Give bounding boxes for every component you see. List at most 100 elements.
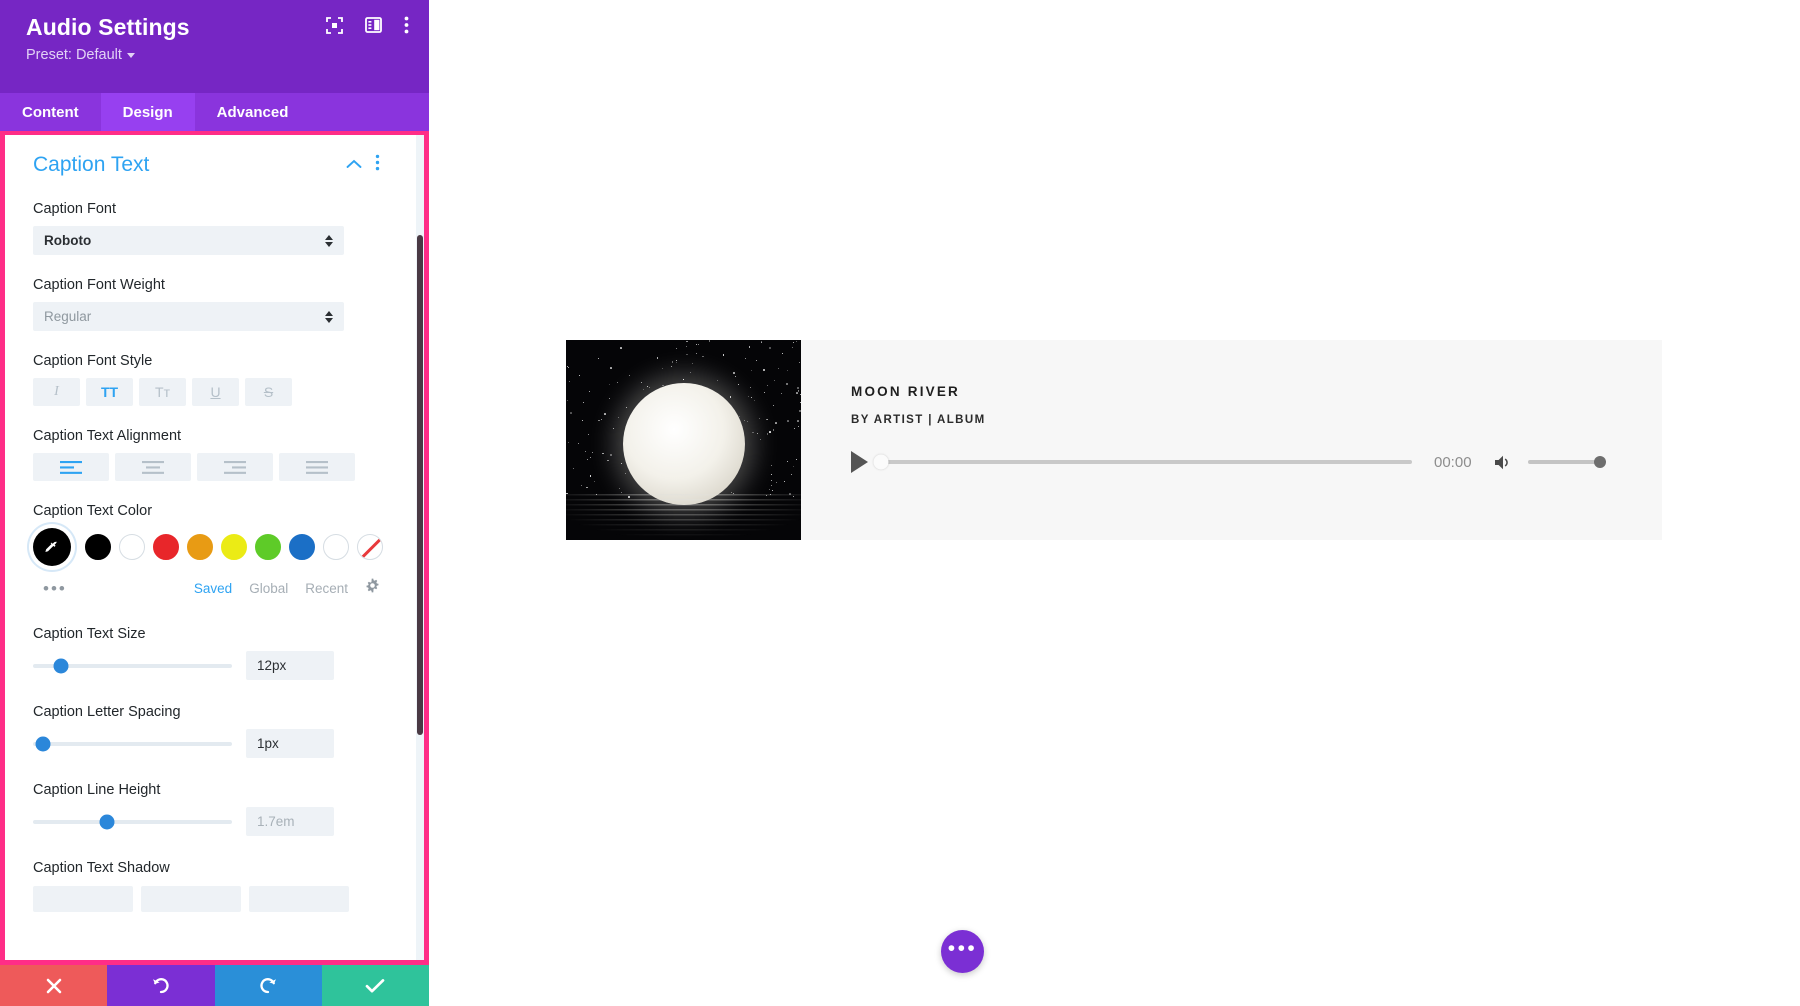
save-button[interactable] — [322, 965, 429, 1006]
color-tab-global[interactable]: Global — [249, 581, 288, 596]
field-label: Caption Text Shadow — [33, 860, 380, 876]
swatch-red[interactable] — [153, 534, 179, 560]
player-info: MOON RIVER BY ARTIST | ALBUM 00:00 — [801, 340, 1662, 540]
italic-button[interactable]: I — [33, 378, 80, 406]
spinner-icon — [325, 235, 333, 247]
volume-knob[interactable] — [1594, 456, 1606, 468]
field-caption-font-style: Caption Font Style I TT Tт U S — [33, 353, 380, 406]
underline-button[interactable]: U — [192, 378, 239, 406]
album-art — [566, 340, 801, 540]
text-shadow-preset-1[interactable] — [33, 886, 133, 912]
caption-font-weight-select[interactable]: Regular — [33, 302, 344, 331]
field-label: Caption Letter Spacing — [33, 704, 380, 720]
undo-button[interactable] — [107, 965, 214, 1006]
field-label: Caption Line Height — [33, 782, 380, 798]
color-picker-meta: ••• Saved Global Recent — [33, 578, 380, 598]
tab-design[interactable]: Design — [101, 93, 195, 131]
player-controls: 00:00 — [851, 451, 1626, 473]
spinner-icon — [325, 311, 333, 323]
play-icon[interactable] — [851, 451, 868, 473]
volume-slider[interactable] — [1528, 460, 1600, 464]
slider-knob[interactable] — [53, 658, 68, 673]
section-header-caption-text[interactable]: Caption Text — [33, 153, 380, 177]
tab-content[interactable]: Content — [0, 93, 101, 131]
uppercase-button[interactable]: TT — [86, 378, 133, 406]
align-center-button[interactable] — [115, 453, 191, 481]
layout-panel-icon[interactable] — [365, 17, 382, 33]
color-tab-recent[interactable]: Recent — [305, 581, 348, 596]
swatch-white-2[interactable] — [323, 534, 349, 560]
color-swatch-row — [33, 528, 380, 566]
field-caption-line-height: Caption Line Height 1.7em — [33, 782, 380, 836]
more-vertical-icon[interactable] — [375, 154, 380, 176]
speaker-icon[interactable] — [1494, 454, 1514, 471]
align-right-button[interactable] — [197, 453, 273, 481]
cancel-button[interactable] — [0, 965, 107, 1006]
field-caption-letter-spacing: Caption Letter Spacing 1px — [33, 704, 380, 758]
header-icon-group — [326, 16, 409, 34]
track-title: MOON RIVER — [851, 384, 1626, 399]
align-left-button[interactable] — [33, 453, 109, 481]
panel-body: Caption Text — [0, 131, 429, 965]
scrollbar-thumb[interactable] — [417, 235, 423, 735]
audio-settings-panel: Audio Settings Preset: Default — [0, 0, 429, 1006]
redo-button[interactable] — [215, 965, 322, 1006]
gear-icon[interactable] — [365, 578, 380, 598]
text-size-slider[interactable] — [33, 664, 232, 668]
swatch-black[interactable] — [85, 534, 111, 560]
field-caption-font-weight: Caption Font Weight Regular — [33, 277, 380, 331]
audio-player-module: MOON RIVER BY ARTIST | ALBUM 00:00 — [566, 340, 1662, 540]
preset-selector[interactable]: Preset: Default — [26, 47, 411, 63]
swatch-white[interactable] — [119, 534, 145, 560]
line-height-slider[interactable] — [33, 820, 232, 824]
caption-font-select[interactable]: Roboto — [33, 226, 344, 255]
progress-track — [882, 460, 1412, 464]
text-size-value[interactable]: 12px — [246, 651, 334, 680]
swatch-orange[interactable] — [187, 534, 213, 560]
align-justify-button[interactable] — [279, 453, 355, 481]
chevron-up-icon[interactable] — [346, 156, 362, 174]
tab-advanced[interactable]: Advanced — [195, 93, 311, 131]
letter-spacing-value[interactable]: 1px — [246, 729, 334, 758]
track-subtitle: BY ARTIST | ALBUM — [851, 414, 1626, 426]
field-label: Caption Text Alignment — [33, 428, 380, 444]
panel-scrollbar[interactable] — [416, 135, 424, 960]
letter-spacing-slider[interactable] — [33, 742, 232, 746]
field-label: Caption Text Color — [33, 503, 380, 519]
more-colors-dots[interactable]: ••• — [43, 580, 67, 597]
field-caption-font: Caption Font Roboto — [33, 201, 380, 255]
field-caption-text-color: Caption Text Color — [33, 503, 380, 598]
progress-slider[interactable] — [882, 460, 1412, 464]
select-value: Regular — [44, 309, 91, 324]
volume-track — [1528, 460, 1600, 464]
small-caps-button[interactable]: Tт — [139, 378, 186, 406]
text-shadow-preset-2[interactable] — [141, 886, 241, 912]
swatch-blue[interactable] — [289, 534, 315, 560]
line-height-value[interactable]: 1.7em — [246, 807, 334, 836]
action-bar — [0, 965, 429, 1006]
more-vertical-icon[interactable] — [404, 16, 409, 34]
text-shadow-preset-3[interactable] — [249, 886, 349, 912]
progress-knob[interactable] — [874, 455, 889, 470]
swatch-yellow[interactable] — [221, 534, 247, 560]
chevron-down-icon — [127, 53, 135, 58]
page-settings-fab[interactable]: ••• — [941, 930, 984, 973]
field-caption-text-shadow: Caption Text Shadow — [33, 860, 380, 912]
swatch-no-color[interactable] — [357, 534, 383, 560]
select-value: Roboto — [44, 233, 91, 248]
focus-icon[interactable] — [326, 17, 343, 34]
slider-knob[interactable] — [35, 736, 50, 751]
font-style-button-group: I TT Tт U S — [33, 378, 380, 406]
time-display: 00:00 — [1434, 454, 1472, 471]
color-tab-saved[interactable]: Saved — [194, 581, 232, 596]
field-label: Caption Font Style — [33, 353, 380, 369]
slider-knob[interactable] — [99, 814, 114, 829]
eyedropper-button[interactable] — [33, 528, 71, 566]
field-label: Caption Text Size — [33, 626, 380, 642]
text-shadow-presets — [33, 886, 380, 912]
field-caption-text-alignment: Caption Text Alignment — [33, 428, 380, 481]
preset-label: Preset: Default — [26, 47, 122, 63]
moon-graphic — [623, 383, 745, 505]
strikethrough-button[interactable]: S — [245, 378, 292, 406]
swatch-green[interactable] — [255, 534, 281, 560]
